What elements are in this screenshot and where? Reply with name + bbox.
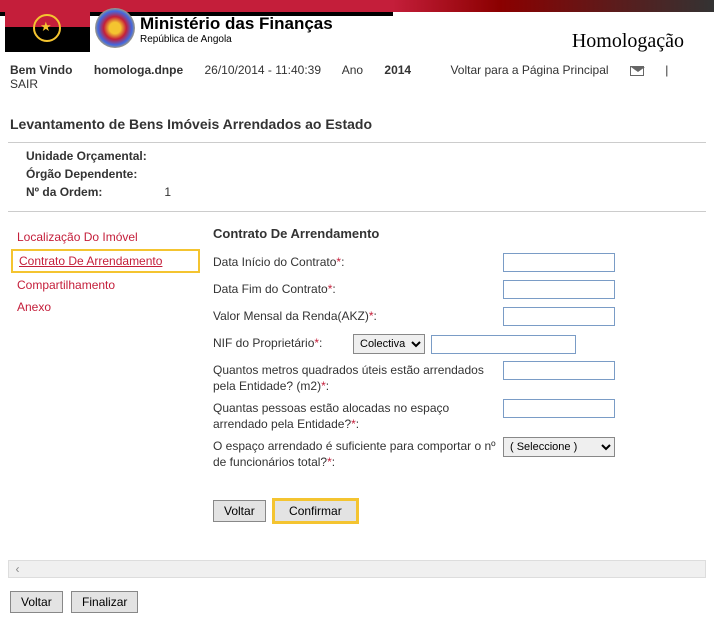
horizontal-scrollbar[interactable]: ‹	[8, 560, 706, 578]
page-title: Levantamento de Bens Imóveis Arrendados …	[0, 100, 714, 142]
espaco-select[interactable]: ( Seleccione )	[503, 437, 615, 457]
valor-mensal-label: Valor Mensal da Renda(AKZ)	[213, 309, 369, 323]
ordem-value: 1	[164, 185, 171, 199]
data-inicio-input[interactable]	[503, 253, 615, 272]
sidebar-item-contrato[interactable]: Contrato De Arrendamento	[11, 249, 200, 273]
data-fim-label: Data Fim do Contrato	[213, 282, 328, 296]
app-header: Ministério das Finanças República de Ang…	[0, 0, 714, 55]
sidebar-nav: Localização Do Imóvel Contrato De Arrend…	[8, 222, 203, 530]
voltar-page-button[interactable]: Voltar	[10, 591, 63, 613]
page-footer-buttons: Voltar Finalizar	[0, 583, 714, 621]
top-nav: Bem Vindo homologa.dnpe 26/10/2014 - 11:…	[0, 55, 714, 100]
metros-label: Quantos metros quadrados úteis estão arr…	[213, 363, 484, 393]
sidebar-item-localizacao[interactable]: Localização Do Imóvel	[11, 227, 200, 247]
username: homologa.dnpe	[94, 63, 183, 77]
main-content: Localização Do Imóvel Contrato De Arrend…	[0, 222, 714, 530]
confirmar-button[interactable]: Confirmar	[274, 500, 357, 522]
data-fim-input[interactable]	[503, 280, 615, 299]
unidade-label: Unidade Orçamental:	[26, 149, 161, 163]
environment-label: Homologação	[572, 30, 684, 53]
nif-input[interactable]	[431, 335, 576, 354]
mail-icon[interactable]	[630, 66, 644, 76]
ministry-subtitle: República de Angola	[140, 34, 333, 45]
flag-icon	[5, 2, 90, 52]
datetime: 26/10/2014 - 11:40:39	[204, 63, 321, 77]
finalizar-button[interactable]: Finalizar	[71, 591, 138, 613]
form-panel: Contrato De Arrendamento Data Início do …	[203, 222, 706, 530]
pessoas-input[interactable]	[503, 399, 615, 418]
coat-of-arms-icon	[95, 8, 135, 48]
orgao-label: Órgão Dependente:	[26, 167, 161, 181]
info-block: Unidade Orçamental: Órgão Dependente: Nº…	[8, 142, 706, 212]
data-inicio-label: Data Início do Contrato	[213, 255, 336, 269]
ordem-label: Nº da Ordem:	[26, 185, 161, 199]
year-group: Ano 2014	[342, 63, 429, 77]
pessoas-label: Quantas pessoas estão alocadas no espaço…	[213, 401, 449, 431]
back-to-main-link[interactable]: Voltar para a Página Principal	[450, 63, 608, 77]
sidebar-item-compartilhamento[interactable]: Compartilhamento	[11, 275, 200, 295]
metros-input[interactable]	[503, 361, 615, 380]
voltar-button[interactable]: Voltar	[213, 500, 266, 522]
espaco-label: O espaço arrendado é suficiente para com…	[213, 439, 496, 469]
nif-label: NIF do Proprietário	[213, 336, 314, 350]
form-title: Contrato De Arrendamento	[213, 222, 696, 253]
welcome-label: Bem Vindo	[10, 63, 72, 77]
scroll-left-icon[interactable]: ‹	[11, 563, 24, 576]
ministry-title-block: Ministério das Finanças República de Ang…	[140, 14, 333, 45]
form-buttons: Voltar Confirmar	[213, 476, 696, 530]
sidebar-item-anexo[interactable]: Anexo	[11, 297, 200, 317]
ministry-title: Ministério das Finanças	[140, 14, 333, 34]
nif-tipo-select[interactable]: Colectiva	[353, 334, 425, 354]
valor-mensal-input[interactable]	[503, 307, 615, 326]
